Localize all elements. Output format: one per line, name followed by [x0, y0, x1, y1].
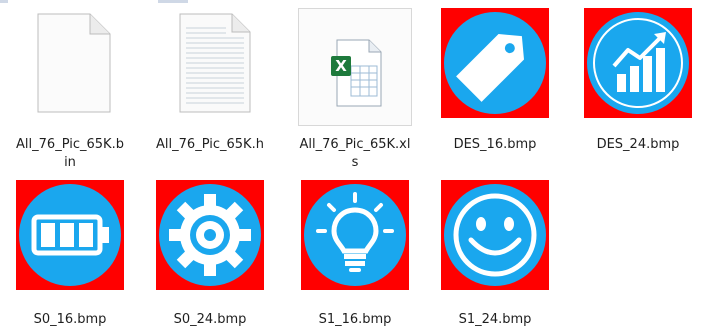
- file-label: S1_16.bmp: [318, 312, 392, 327]
- file-item-xls[interactable]: X All_76_Pic_65K.xl s: [285, 0, 425, 180]
- file-item-s124[interactable]: S1_24.bmp: [425, 180, 565, 331]
- lightbulb-icon: [301, 180, 409, 290]
- file-item-des24[interactable]: DES_24.bmp: [568, 0, 705, 180]
- file-label: All_76_Pic_65K.h: [156, 137, 264, 152]
- smiley-icon: [441, 180, 549, 290]
- file-item-s024[interactable]: S0_24.bmp: [140, 180, 280, 331]
- file-label: DES_24.bmp: [596, 137, 680, 152]
- file-item-s016[interactable]: S0_16.bmp: [0, 180, 140, 331]
- file-label: S0_24.bmp: [173, 312, 247, 327]
- generic-file-icon: [37, 13, 111, 113]
- file-item-h[interactable]: All_76_Pic_65K.h: [140, 0, 280, 180]
- file-item-des16[interactable]: DES_16.bmp: [425, 0, 565, 180]
- file-label: All_76_Pic_65K.b in: [16, 137, 124, 170]
- file-item-s116[interactable]: S1_16.bmp: [285, 180, 425, 331]
- tag-icon: [441, 8, 549, 118]
- text-file-icon: [179, 13, 251, 113]
- file-label: S1_24.bmp: [458, 312, 532, 327]
- file-item-bin[interactable]: All_76_Pic_65K.b in: [0, 0, 140, 180]
- battery-icon: [16, 180, 124, 290]
- growth-chart-icon: [584, 8, 692, 118]
- file-label: S0_16.bmp: [33, 312, 107, 327]
- file-label: DES_16.bmp: [453, 137, 537, 152]
- file-label: All_76_Pic_65K.xl s: [299, 137, 411, 170]
- excel-file-icon: X: [331, 39, 382, 107]
- svg-text:X: X: [335, 57, 347, 75]
- gear-icon: [156, 180, 264, 290]
